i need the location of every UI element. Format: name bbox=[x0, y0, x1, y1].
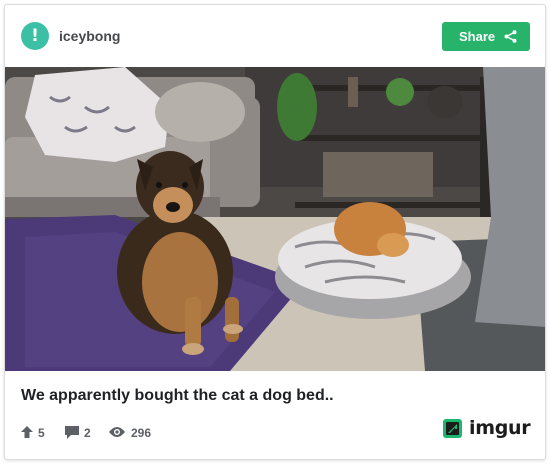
username-link[interactable]: iceybong bbox=[59, 28, 120, 44]
imgur-logo-icon bbox=[443, 419, 462, 438]
upvote-stat[interactable]: 5 bbox=[21, 425, 51, 441]
share-button-label: Share bbox=[459, 29, 496, 44]
embed-card: ! iceybong Share We apparently bought th… bbox=[4, 4, 546, 460]
imgur-brand-link[interactable]: imgur bbox=[443, 417, 531, 441]
brand-name: imgur bbox=[469, 417, 531, 439]
comments-stat[interactable]: 2 bbox=[65, 425, 95, 441]
comment-count: 2 bbox=[84, 426, 91, 440]
post-image[interactable] bbox=[5, 67, 545, 371]
arrow-up-icon bbox=[21, 426, 33, 438]
avatar[interactable]: ! bbox=[21, 22, 49, 50]
eye-icon bbox=[109, 427, 125, 437]
view-count: 296 bbox=[131, 426, 152, 440]
avatar-glyph: ! bbox=[31, 26, 39, 46]
photo-illustration bbox=[5, 67, 545, 371]
share-icon bbox=[504, 30, 517, 43]
views-stat: 296 bbox=[109, 425, 157, 441]
share-button[interactable]: Share bbox=[442, 22, 530, 51]
speech-bubble-icon bbox=[65, 426, 79, 439]
post-header: ! iceybong Share bbox=[5, 5, 545, 67]
post-title[interactable]: We apparently bought the cat a dog bed.. bbox=[21, 387, 334, 405]
upvote-count: 5 bbox=[38, 426, 45, 440]
